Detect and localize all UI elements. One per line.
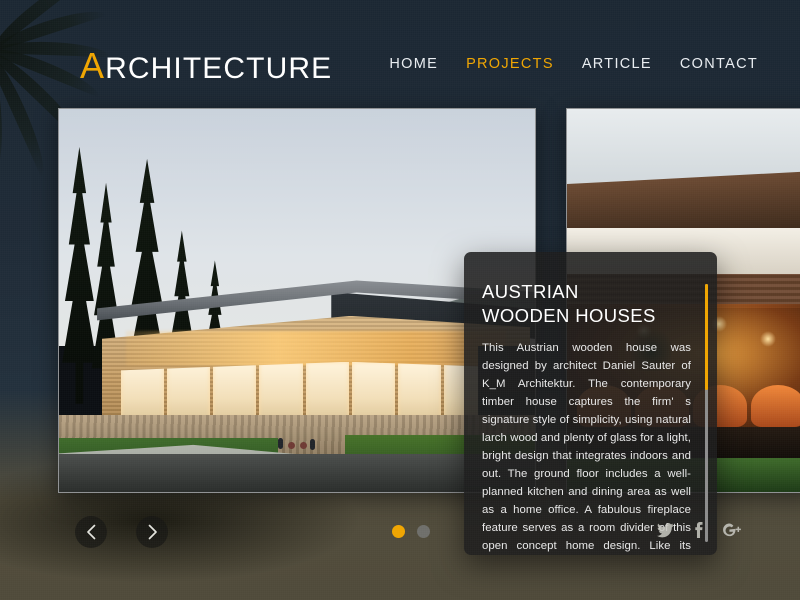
project-title: AUSTRIAN WOODEN HOUSES (482, 281, 656, 327)
social-links (657, 522, 742, 538)
slider-dot-2[interactable] (417, 525, 430, 538)
project-description-panel: AUSTRIAN WOODEN HOUSES This Austrian woo… (464, 252, 717, 555)
panel-scrollbar-track[interactable] (705, 284, 708, 542)
chevron-right-icon (148, 524, 157, 540)
main-navigation: HOME PROJECTS ARTICLE CONTACT (389, 56, 758, 72)
page-root: ARCHITECTURE HOME PROJECTS ARTICLE CONTA… (0, 0, 800, 600)
slider-next-button[interactable] (136, 516, 168, 548)
logo-text: RCHITECTURE (105, 52, 333, 85)
social-link-googleplus[interactable] (723, 523, 742, 538)
panel-scrollbar-thumb[interactable] (705, 284, 708, 390)
twitter-icon (657, 522, 674, 537)
nav-item-home[interactable]: HOME (389, 56, 438, 72)
slider-pagination (392, 525, 430, 538)
slider-prev-button[interactable] (75, 516, 107, 548)
social-link-facebook[interactable] (694, 522, 703, 538)
nav-item-contact[interactable]: CONTACT (680, 56, 758, 72)
slider-dot-1[interactable] (392, 525, 405, 538)
social-link-twitter[interactable] (657, 522, 674, 538)
facebook-icon (695, 522, 703, 538)
slider: AUSTRIAN WOODEN HOUSES This Austrian woo… (0, 108, 800, 555)
logo-initial: A (80, 45, 106, 86)
chevron-left-icon (86, 524, 95, 540)
nav-item-article[interactable]: ARTICLE (582, 56, 652, 72)
google-plus-icon (723, 523, 741, 536)
site-header: ARCHITECTURE HOME PROJECTS ARTICLE CONTA… (0, 0, 800, 108)
site-logo[interactable]: ARCHITECTURE (80, 45, 332, 87)
nav-item-projects[interactable]: PROJECTS (466, 56, 554, 72)
